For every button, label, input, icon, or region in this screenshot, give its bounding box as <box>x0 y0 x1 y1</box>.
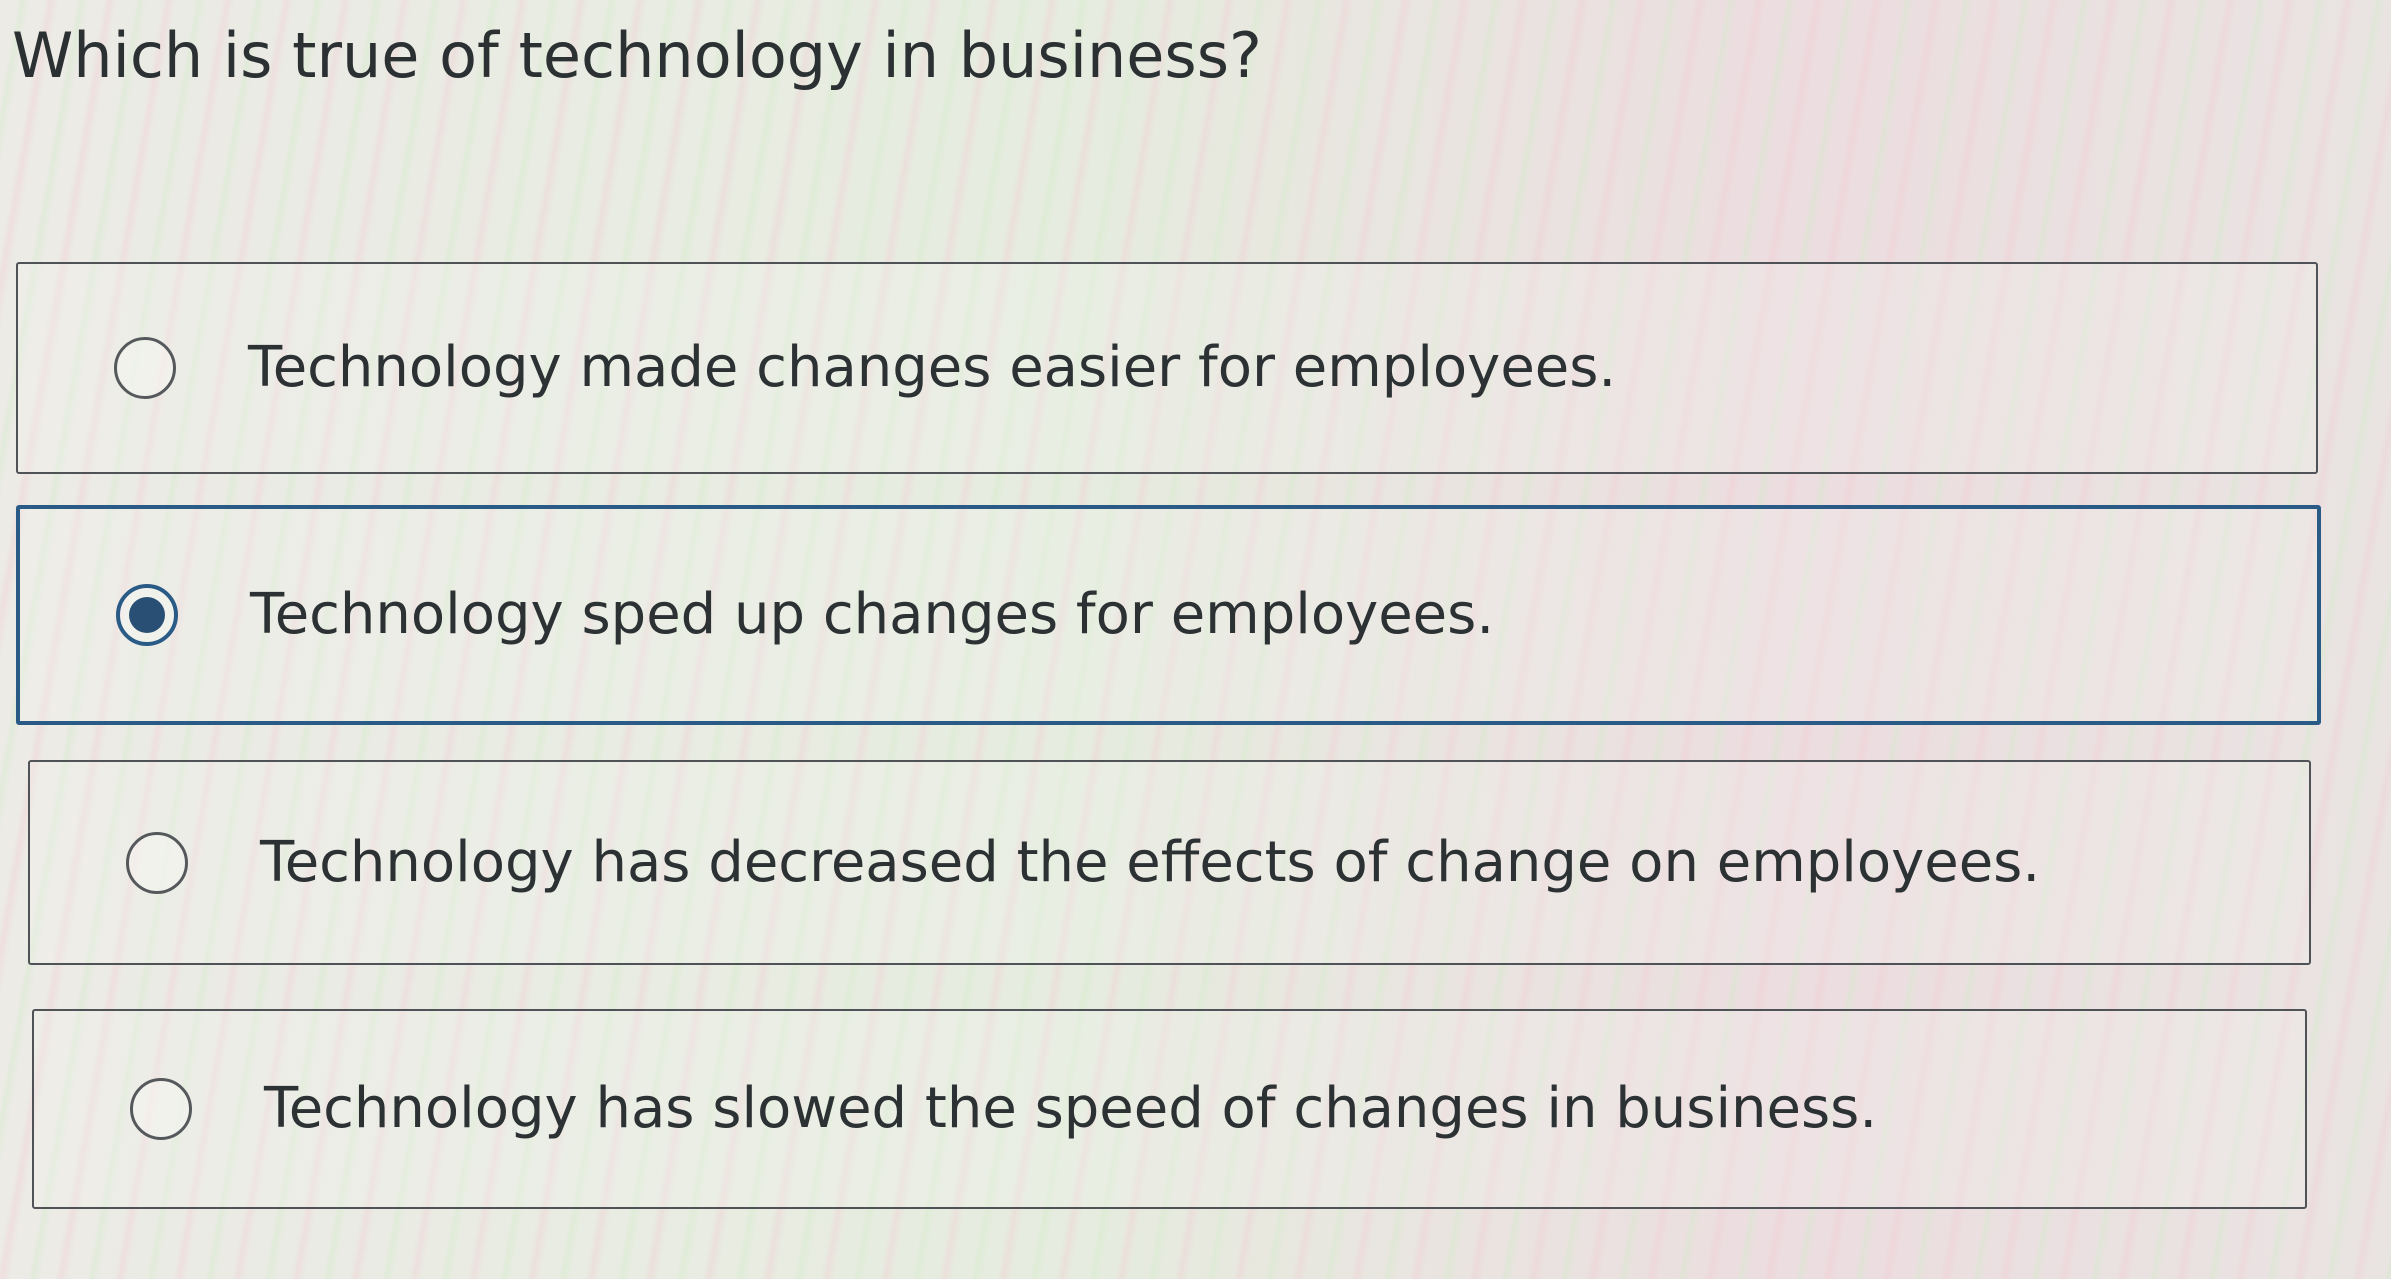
radio-filled-icon[interactable] <box>116 584 178 646</box>
question-text: Which is true of technology in business? <box>12 19 1262 92</box>
answer-option-3[interactable]: Technology has decreased the effects of … <box>28 760 2311 965</box>
radio-dot <box>129 597 165 633</box>
radio-empty-icon[interactable] <box>114 337 176 399</box>
answer-option-label: Technology sped up changes for employees… <box>250 582 1495 647</box>
radio-empty-icon[interactable] <box>126 831 188 894</box>
quiz-page: Which is true of technology in business?… <box>0 0 2391 1279</box>
radio-empty-icon[interactable] <box>130 1078 192 1140</box>
answer-option-label: Technology has decreased the effects of … <box>260 829 2041 895</box>
answer-option-label: Technology has slowed the speed of chang… <box>264 1076 1878 1141</box>
answer-option-1[interactable]: Technology made changes easier for emplo… <box>16 262 2318 474</box>
answer-option-label: Technology made changes easier for emplo… <box>248 335 1617 400</box>
answer-option-2[interactable]: Technology sped up changes for employees… <box>16 505 2321 725</box>
answer-option-4[interactable]: Technology has slowed the speed of chang… <box>32 1009 2307 1209</box>
